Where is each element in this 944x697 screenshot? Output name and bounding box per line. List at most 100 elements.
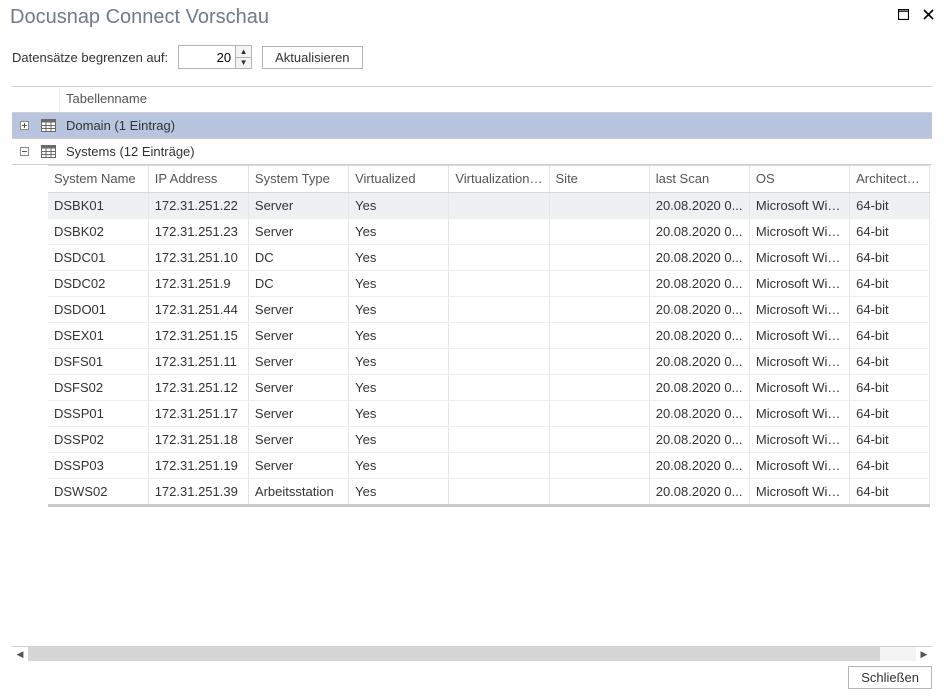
cell-site — [549, 322, 649, 348]
cell-name: DSSP02 — [48, 426, 148, 452]
expand-icon[interactable] — [12, 121, 36, 130]
window-controls — [896, 6, 936, 24]
table-row[interactable]: DSBK02172.31.251.23ServerYes20.08.2020 0… — [48, 218, 930, 244]
cell-vhost — [449, 296, 549, 322]
cell-scan: 20.08.2020 0... — [649, 218, 749, 244]
cell-vhost — [449, 348, 549, 374]
outer-header-tablename: Tabellenname — [60, 87, 932, 112]
cell-site — [549, 296, 649, 322]
cell-virt: Yes — [349, 348, 449, 374]
group-row-systems[interactable]: Systems (12 Einträge) — [12, 139, 932, 165]
cell-site — [549, 192, 649, 218]
col-virt-host[interactable]: Virtualization H... — [449, 166, 549, 192]
limit-label: Datensätze begrenzen auf: — [12, 50, 168, 65]
cell-vhost — [449, 478, 549, 504]
cell-type: Server — [248, 374, 348, 400]
cell-type: Server — [248, 192, 348, 218]
table-row[interactable]: DSDO01172.31.251.44ServerYes20.08.2020 0… — [48, 296, 930, 322]
group-label-systems: Systems (12 Einträge) — [60, 144, 195, 159]
col-virtualized[interactable]: Virtualized — [349, 166, 449, 192]
limit-spinbox[interactable]: ▲ ▼ — [178, 45, 252, 69]
cell-ip: 172.31.251.22 — [148, 192, 248, 218]
cell-site — [549, 426, 649, 452]
cell-name: DSWS02 — [48, 478, 148, 504]
cell-arch: 64-bit — [850, 478, 930, 504]
cell-name: DSDC01 — [48, 244, 148, 270]
table-row[interactable]: DSSP02172.31.251.18ServerYes20.08.2020 0… — [48, 426, 930, 452]
cell-os: Microsoft Win... — [749, 244, 849, 270]
scrollbar-thumb[interactable] — [28, 647, 880, 661]
table-row[interactable]: DSWS02172.31.251.39ArbeitsstationYes 20.0… — [48, 478, 930, 504]
scroll-left-icon[interactable]: ◀ — [12, 647, 28, 661]
cell-ip: 172.31.251.12 — [148, 374, 248, 400]
col-system-type[interactable]: System Type — [248, 166, 348, 192]
cell-arch: 64-bit — [850, 322, 930, 348]
table-row[interactable]: DSFS02172.31.251.12ServerYes20.08.2020 0… — [48, 374, 930, 400]
scroll-right-icon[interactable]: ▶ — [916, 647, 932, 661]
horizontal-scrollbar[interactable]: ◀ ▶ — [12, 647, 932, 661]
cell-vhost — [449, 322, 549, 348]
cell-scan: 20.08.2020 0... — [649, 322, 749, 348]
cell-ip: 172.31.251.18 — [148, 426, 248, 452]
close-button[interactable]: Schließen — [848, 666, 932, 689]
cell-scan: 20.08.2020 0... — [649, 400, 749, 426]
cell-os: Microsoft Win... — [749, 374, 849, 400]
table-row[interactable]: DSEX01172.31.251.15ServerYes20.08.2020 0… — [48, 322, 930, 348]
cell-scan: 20.08.2020 0... — [649, 244, 749, 270]
spin-arrows: ▲ ▼ — [235, 46, 251, 68]
outer-header-row: Tabellenname — [12, 87, 932, 113]
table-row[interactable]: DSBK01172.31.251.22ServerYes20.08.2020 0… — [48, 192, 930, 218]
cell-arch: 64-bit — [850, 244, 930, 270]
close-icon[interactable] — [921, 6, 936, 24]
systems-table: System Name IP Address System Type Virtu… — [48, 166, 930, 505]
col-architecture[interactable]: Architecture — [850, 166, 930, 192]
cell-ip: 172.31.251.17 — [148, 400, 248, 426]
cell-vhost — [449, 218, 549, 244]
scrollbar-track[interactable] — [28, 647, 916, 661]
cell-type: Arbeitsstation — [248, 478, 348, 504]
cell-vhost — [449, 400, 549, 426]
col-os[interactable]: OS — [749, 166, 849, 192]
systems-table-wrap: System Name IP Address System Type Virtu… — [48, 165, 930, 507]
cell-site — [549, 348, 649, 374]
collapse-icon[interactable] — [12, 147, 36, 156]
maximize-icon[interactable] — [896, 6, 911, 24]
cell-arch: 64-bit — [850, 218, 930, 244]
refresh-button[interactable]: Aktualisieren — [262, 46, 362, 69]
cell-ip: 172.31.251.11 — [148, 348, 248, 374]
cell-type: DC — [248, 244, 348, 270]
cell-arch: 64-bit — [850, 296, 930, 322]
table-row[interactable]: DSSP03172.31.251.19ServerYes20.08.2020 0… — [48, 452, 930, 478]
cell-os: Microsoft Win... — [749, 296, 849, 322]
cell-type: Server — [248, 400, 348, 426]
spin-down-icon[interactable]: ▼ — [236, 58, 251, 69]
cell-arch: 64-bit — [850, 270, 930, 296]
cell-site — [549, 400, 649, 426]
cell-virt: Yes — [349, 452, 449, 478]
cell-scan: 20.08.2020 0... — [649, 478, 749, 504]
table-row[interactable]: DSDC02172.31.251.9DCYes20.08.2020 0...Mi… — [48, 270, 930, 296]
table-row[interactable]: DSDC01172.31.251.10DCYes20.08.2020 0...M… — [48, 244, 930, 270]
cell-ip: 172.31.251.39 — [148, 478, 248, 504]
col-site[interactable]: Site — [549, 166, 649, 192]
col-ip-address[interactable]: IP Address — [148, 166, 248, 192]
footer: Schließen — [848, 666, 932, 689]
cell-virt: Yes — [349, 296, 449, 322]
cell-vhost — [449, 244, 549, 270]
limit-input[interactable] — [179, 46, 235, 68]
cell-name: DSDO01 — [48, 296, 148, 322]
spin-up-icon[interactable]: ▲ — [236, 46, 251, 58]
cell-type: Server — [248, 296, 348, 322]
cell-scan: 20.08.2020 0... — [649, 426, 749, 452]
cell-name: DSSP01 — [48, 400, 148, 426]
cell-name: DSFS01 — [48, 348, 148, 374]
group-row-domain[interactable]: Domain (1 Eintrag) — [12, 113, 932, 139]
table-row[interactable]: DSFS01172.31.251.11ServerYes20.08.2020 0… — [48, 348, 930, 374]
col-last-scan[interactable]: last Scan — [649, 166, 749, 192]
cell-virt: Yes — [349, 426, 449, 452]
col-system-name[interactable]: System Name — [48, 166, 148, 192]
cell-virt: Yes — [349, 478, 449, 504]
table-row[interactable]: DSSP01172.31.251.17ServerYes20.08.2020 0… — [48, 400, 930, 426]
cell-os: Microsoft Win... — [749, 426, 849, 452]
cell-os: Microsoft Win... — [749, 270, 849, 296]
